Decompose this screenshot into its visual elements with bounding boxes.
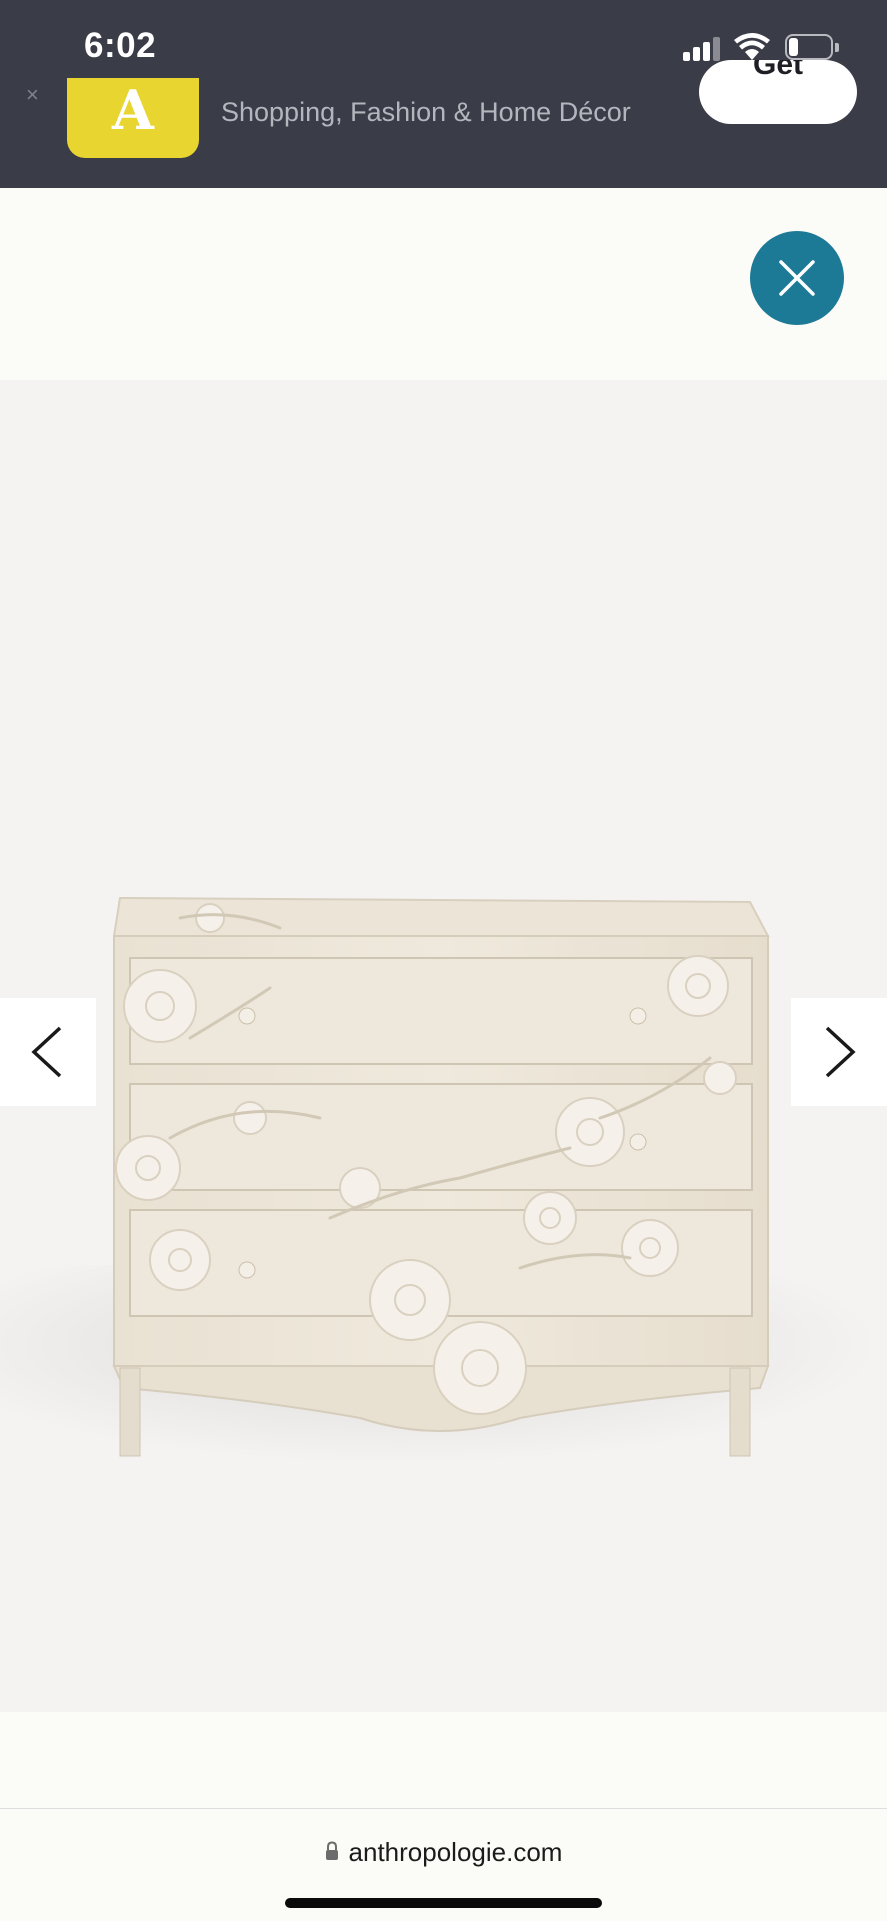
next-image-button[interactable] <box>791 998 887 1106</box>
battery-icon <box>785 34 841 62</box>
product-image <box>112 896 770 1457</box>
app-banner-subtitle: Shopping, Fashion & Home Décor <box>221 97 631 127</box>
cellular-signal-icon <box>683 37 723 61</box>
top-bar: 6:02 × A Shopping, Fashion & Home Décor … <box>0 0 887 188</box>
app-icon-letter: A <box>112 78 154 142</box>
chevron-right-icon <box>825 1026 856 1078</box>
get-app-button[interactable]: Get <box>699 60 857 124</box>
close-modal-button[interactable] <box>750 231 844 325</box>
status-time: 6:02 <box>84 26 157 65</box>
url-row[interactable]: anthropologie.com <box>0 1837 887 1868</box>
close-icon <box>779 260 815 296</box>
previous-image-button[interactable] <box>0 998 96 1106</box>
browser-url-bar[interactable]: anthropologie.com <box>0 1808 887 1921</box>
get-app-button-label: Get <box>752 60 803 81</box>
app-icon[interactable]: A <box>67 78 199 158</box>
wifi-icon <box>733 32 771 62</box>
banner-close-icon[interactable]: × <box>26 84 39 106</box>
url-text: anthropologie.com <box>348 1837 563 1867</box>
lock-icon <box>325 1841 338 1861</box>
home-indicator[interactable] <box>285 1898 602 1908</box>
chevron-left-icon <box>31 1026 62 1078</box>
